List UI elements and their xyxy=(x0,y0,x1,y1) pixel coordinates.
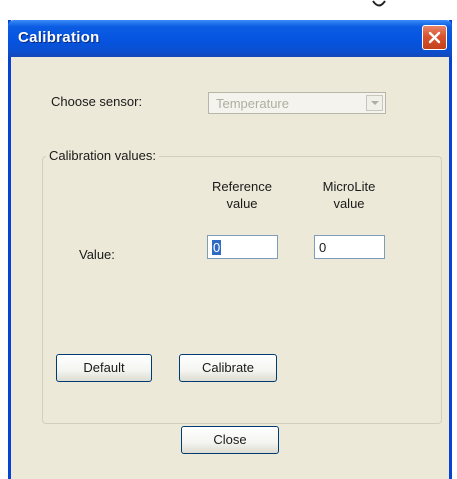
window-title: Calibration xyxy=(18,29,100,46)
reference-header-line2: value xyxy=(226,196,258,211)
default-button[interactable]: Default xyxy=(56,354,152,382)
calibration-values-title: Calibration values: xyxy=(46,148,159,163)
close-window-button[interactable] xyxy=(422,25,447,50)
reference-value-text: 0 xyxy=(212,240,222,255)
close-button[interactable]: Close xyxy=(181,426,279,454)
value-row-label: Value: xyxy=(79,247,115,262)
sensor-select[interactable]: Temperature xyxy=(208,92,386,114)
stray-glyph-icon xyxy=(372,0,386,7)
choose-sensor-label: Choose sensor: xyxy=(51,94,143,109)
screen: Calibration Choose sensor: Temperature C… xyxy=(0,0,457,479)
microlite-header-line1: MicroLite xyxy=(322,179,376,194)
title-bar[interactable]: Calibration xyxy=(8,20,452,57)
microlite-header-line2: value xyxy=(333,196,365,211)
reference-value-header: Reference value xyxy=(197,178,287,212)
close-x-icon xyxy=(428,31,441,44)
sensor-dropdown-button[interactable] xyxy=(366,95,383,111)
microlite-value-input[interactable]: 0 xyxy=(314,235,385,259)
sensor-select-value: Temperature xyxy=(216,96,289,111)
microlite-value-header: MicroLite value xyxy=(304,178,394,212)
microlite-value-text: 0 xyxy=(319,240,327,255)
reference-header-line1: Reference xyxy=(212,179,272,194)
reference-value-input[interactable]: 0 xyxy=(207,235,278,259)
chevron-down-icon xyxy=(371,101,379,105)
calibration-dialog: Calibration Choose sensor: Temperature C… xyxy=(8,20,452,479)
calibrate-button[interactable]: Calibrate xyxy=(179,354,277,382)
